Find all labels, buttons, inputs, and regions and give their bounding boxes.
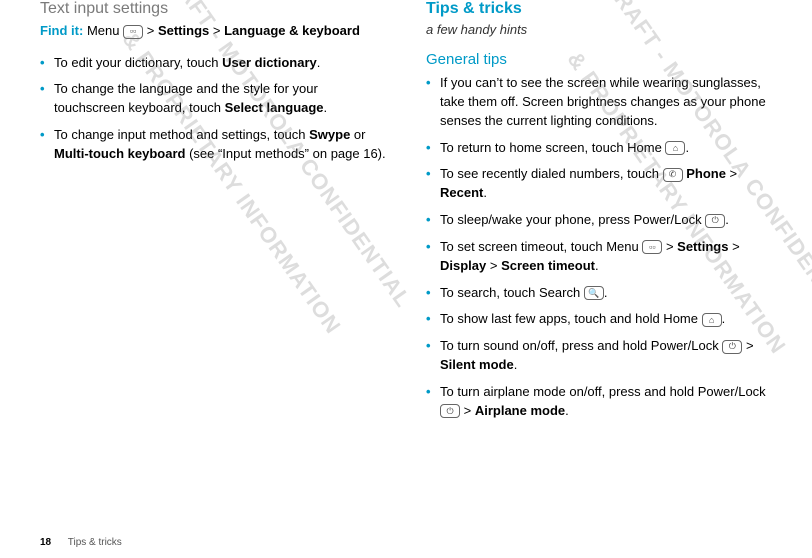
text: > xyxy=(460,403,475,418)
menu-icon: ▫▫ xyxy=(642,240,662,254)
phone-icon: ✆ xyxy=(663,168,683,182)
text: To change input method and settings, tou… xyxy=(54,127,309,142)
page-footer: 18 Tips & tricks xyxy=(40,537,122,548)
bold-text: Phone xyxy=(686,166,726,181)
bold-text: Swype xyxy=(309,127,350,142)
text: To edit your dictionary, touch xyxy=(54,55,222,70)
footer-section: Tips & tricks xyxy=(68,537,122,548)
list-item: To turn airplane mode on/off, press and … xyxy=(426,383,772,421)
list-item: To return to home screen, touch Home ⌂. xyxy=(426,139,772,158)
bold-text: Settings xyxy=(677,239,728,254)
list-item: To change the language and the style for… xyxy=(40,80,386,118)
text: . xyxy=(725,212,729,227)
page: Text input settings Find it: Menu ▫▫ > S… xyxy=(0,0,812,558)
find-it-langkb: Language & keyboard xyxy=(224,23,360,38)
list-item: To sleep/wake your phone, press Power/Lo… xyxy=(426,211,772,230)
text: > xyxy=(486,258,501,273)
bold-text: Multi-touch keyboard xyxy=(54,146,185,161)
text: To sleep/wake your phone, press Power/Lo… xyxy=(440,212,705,227)
list-item: To set screen timeout, touch Menu ▫▫ > S… xyxy=(426,238,772,276)
power-icon: ⏻ xyxy=(722,340,742,354)
list-item: To change input method and settings, tou… xyxy=(40,126,386,164)
text: To turn airplane mode on/off, press and … xyxy=(440,384,766,399)
columns: Text input settings Find it: Menu ▫▫ > S… xyxy=(40,0,772,429)
list-item: To search, touch Search 🔍. xyxy=(426,284,772,303)
bold-text: Recent xyxy=(440,185,483,200)
home-icon: ⌂ xyxy=(665,141,685,155)
list-item: To see recently dialed numbers, touch ✆ … xyxy=(426,165,772,203)
text: . xyxy=(324,100,328,115)
bold-text: Display xyxy=(440,258,486,273)
find-it-sep1: > xyxy=(147,23,155,38)
find-it-menu: Menu xyxy=(87,23,120,38)
text: . xyxy=(317,55,321,70)
tips-heading: Tips & tricks xyxy=(426,0,772,18)
text: . xyxy=(514,357,518,372)
find-it-settings: Settings xyxy=(158,23,209,38)
list-item: To turn sound on/off, press and hold Pow… xyxy=(426,337,772,375)
text-input-heading: Text input settings xyxy=(40,0,386,18)
find-it-line: Find it: Menu ▫▫ > Settings > Language &… xyxy=(40,22,386,40)
right-column: Tips & tricks a few handy hints General … xyxy=(426,0,772,429)
power-icon: ⏻ xyxy=(440,404,460,418)
text: To search, touch Search xyxy=(440,285,584,300)
home-icon: ⌂ xyxy=(702,313,722,327)
page-number: 18 xyxy=(40,537,51,548)
text: (see “Input methods” on page 16). xyxy=(185,146,385,161)
bold-text: Screen timeout xyxy=(501,258,595,273)
list-item: To edit your dictionary, touch User dict… xyxy=(40,54,386,73)
power-icon: ⏻ xyxy=(705,214,725,228)
text: If you can’t to see the screen while wea… xyxy=(440,75,766,128)
text: To return to home screen, touch Home xyxy=(440,140,665,155)
bold-text: Silent mode xyxy=(440,357,514,372)
bold-text: User dictionary xyxy=(222,55,317,70)
menu-icon: ▫▫ xyxy=(123,25,143,39)
text: . xyxy=(604,285,608,300)
bold-text: Select language xyxy=(225,100,324,115)
find-it-sep2: > xyxy=(213,23,221,38)
text: To turn sound on/off, press and hold Pow… xyxy=(440,338,722,353)
text: . xyxy=(483,185,487,200)
list-item: To show last few apps, touch and hold Ho… xyxy=(426,310,772,329)
text: > xyxy=(742,338,753,353)
search-icon: 🔍 xyxy=(584,286,604,300)
find-it-label: Find it: xyxy=(40,23,83,38)
left-bullet-list: To edit your dictionary, touch User dict… xyxy=(40,54,386,164)
text: or xyxy=(350,127,365,142)
left-column: Text input settings Find it: Menu ▫▫ > S… xyxy=(40,0,386,429)
text: > xyxy=(726,166,737,181)
text: . xyxy=(565,403,569,418)
text: To show last few apps, touch and hold Ho… xyxy=(440,311,702,326)
text: . xyxy=(595,258,599,273)
text: To see recently dialed numbers, touch xyxy=(440,166,663,181)
text: . xyxy=(722,311,726,326)
text: > xyxy=(662,239,677,254)
list-item: If you can’t to see the screen while wea… xyxy=(426,74,772,131)
tips-subtitle: a few handy hints xyxy=(426,22,772,37)
text: To set screen timeout, touch Menu xyxy=(440,239,642,254)
text: > xyxy=(728,239,739,254)
text: . xyxy=(685,140,689,155)
bold-text: Airplane mode xyxy=(475,403,565,418)
general-tips-heading: General tips xyxy=(426,51,772,68)
right-bullet-list: If you can’t to see the screen while wea… xyxy=(426,74,772,421)
